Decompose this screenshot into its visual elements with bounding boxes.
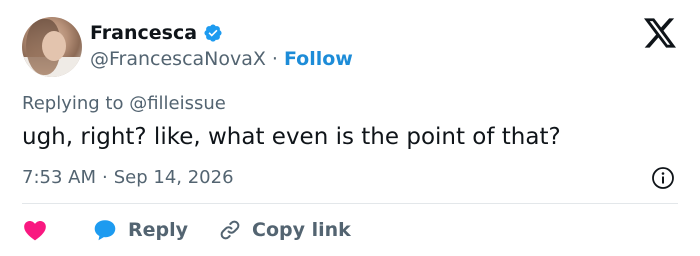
link-icon — [220, 220, 240, 240]
author-handle-row: @FrancescaNovaX · Follow — [90, 48, 353, 70]
timestamp-separator: · — [102, 167, 108, 188]
tweet-text: ugh, right? like, what even is the point… — [22, 124, 561, 150]
reply-bubble-icon — [94, 220, 116, 241]
copy-link-button[interactable]: Copy link — [218, 218, 351, 242]
follow-button[interactable]: Follow — [284, 48, 353, 70]
replying-to-text: Replying to @filleissue — [22, 93, 226, 114]
reply-label: Reply — [128, 219, 189, 241]
copy-link-label: Copy link — [252, 219, 351, 241]
info-icon[interactable] — [651, 166, 675, 190]
x-logo-icon[interactable] — [644, 18, 676, 48]
avatar-face — [42, 31, 66, 61]
tweet-date: Sep 14, 2026 — [113, 167, 234, 188]
action-divider — [22, 203, 678, 204]
author-name-row: Francesca — [90, 22, 223, 44]
handle-separator: · — [271, 48, 278, 70]
author-handle[interactable]: @FrancescaNovaX — [90, 48, 266, 70]
heart-icon[interactable] — [22, 217, 48, 243]
action-bar: Reply Copy link — [22, 216, 351, 244]
author-display-name[interactable]: Francesca — [90, 22, 197, 44]
tweet-timestamp[interactable]: 7:53 AM · Sep 14, 2026 — [22, 167, 234, 188]
verified-badge-icon — [204, 24, 222, 42]
avatar[interactable] — [22, 17, 82, 77]
tweet-time: 7:53 AM — [22, 167, 96, 188]
reply-button[interactable]: Reply — [92, 217, 188, 243]
